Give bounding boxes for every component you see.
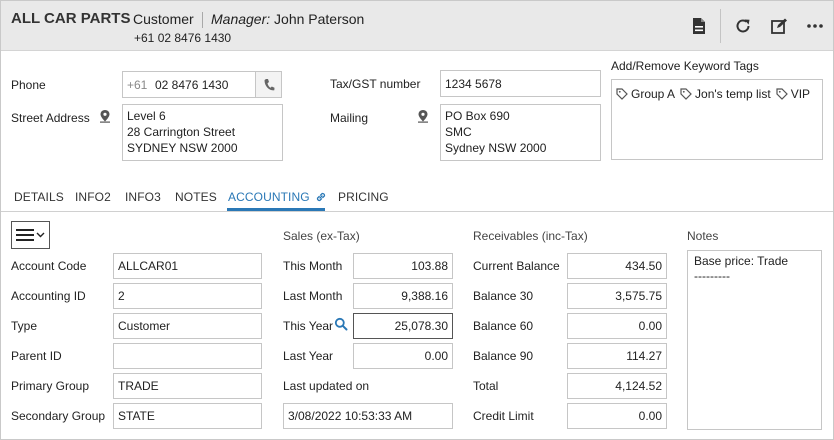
tags-label: Add/Remove Keyword Tags [611, 59, 759, 73]
mailing-pin-icon[interactable] [417, 109, 429, 126]
balance-30-field[interactable]: 3,575.75 [567, 283, 667, 309]
mailing-line-2: SMC [445, 125, 472, 139]
manager-info: Manager: John Paterson [211, 11, 364, 27]
phone-call-icon[interactable] [255, 72, 281, 97]
tag-label: Group A [631, 87, 676, 101]
this-year-label: This Year [283, 319, 334, 333]
street-address-field[interactable]: Level 6 28 Carrington Street SYDNEY NSW … [122, 104, 283, 161]
header-divider [202, 12, 203, 28]
last-updated-label: Last updated on [283, 379, 370, 393]
balance-90-label: Balance 90 [473, 349, 534, 363]
credit-limit-label: Credit Limit [473, 409, 534, 423]
parent-id-field[interactable] [113, 343, 262, 369]
mailing-label: Mailing [330, 111, 369, 125]
last-year-field[interactable]: 0.00 [353, 343, 453, 369]
more-icon[interactable] [804, 15, 826, 37]
tab-info3[interactable]: INFO3 [125, 190, 161, 204]
tag-item[interactable]: Group A [616, 86, 675, 102]
total-field[interactable]: 4,124.52 [567, 373, 667, 399]
chevron-down-icon [36, 232, 45, 238]
secondary-group-label: Secondary Group [11, 409, 106, 423]
tab-accounting-label: ACCOUNTING [228, 190, 310, 204]
tags-field[interactable]: Group A Jon's temp list VIP [611, 79, 823, 160]
accounting-id-label: Accounting ID [11, 289, 86, 303]
mailing-line-1: PO Box 690 [445, 109, 510, 123]
tag-item[interactable]: VIP [776, 86, 810, 102]
parent-id-label: Parent ID [11, 349, 62, 363]
balance-60-field[interactable]: 0.00 [567, 313, 667, 339]
header-icon-divider [720, 9, 721, 43]
secondary-group-field[interactable]: STATE [113, 403, 262, 429]
sales-heading: Sales (ex-Tax) [283, 229, 360, 243]
street-line-1: Level 6 [127, 109, 166, 123]
link-icon [316, 192, 325, 202]
tab-bar: DETAILS INFO2 INFO3 NOTES ACCOUNTING PRI… [1, 186, 833, 212]
tax-field[interactable]: 1234 5678 [440, 70, 601, 97]
phone-label: Phone [11, 78, 46, 92]
street-line-2: 28 Carrington Street [127, 125, 236, 139]
tag-icon [776, 88, 788, 100]
notes-line-2: --------- [694, 269, 730, 283]
primary-group-label: Primary Group [11, 379, 90, 393]
refresh-icon[interactable] [732, 15, 754, 37]
tab-info2[interactable]: INFO2 [75, 190, 111, 204]
current-balance-field[interactable]: 434.50 [567, 253, 667, 279]
account-code-field[interactable]: ALLCAR01 [113, 253, 262, 279]
accounting-id-field[interactable]: 2 [113, 283, 262, 309]
notes-field[interactable]: Base price: Trade --------- [687, 250, 822, 430]
tag-icon [680, 88, 692, 100]
tab-pricing[interactable]: PRICING [338, 190, 389, 204]
phone-field[interactable]: +61 02 8476 1430 [122, 71, 282, 98]
primary-group-field[interactable]: TRADE [113, 373, 262, 399]
tag-icon [616, 88, 628, 100]
account-code-label: Account Code [11, 259, 87, 273]
tab-details[interactable]: DETAILS [14, 190, 64, 204]
manager-name: John Paterson [274, 11, 365, 27]
notes-heading: Notes [687, 229, 719, 243]
street-address-label: Street Address [11, 111, 90, 125]
tag-item[interactable]: Jon's temp list [680, 86, 771, 102]
map-pin-icon[interactable] [99, 109, 111, 126]
search-icon[interactable] [331, 313, 351, 335]
manager-label: Manager: [211, 11, 271, 27]
active-tab-indicator [227, 208, 325, 211]
credit-limit-field[interactable]: 0.00 [567, 403, 667, 429]
balance-30-label: Balance 30 [473, 289, 534, 303]
tax-label: Tax/GST number [330, 77, 421, 91]
this-month-field[interactable]: 103.88 [353, 253, 453, 279]
document-icon[interactable] [688, 15, 710, 37]
header-phone: +61 02 8476 1430 [134, 31, 232, 45]
last-updated-field[interactable]: 3/08/2022 10:53:33 AM [283, 403, 453, 429]
record-header: ALL CAR PARTS Customer Manager: John Pat… [1, 1, 833, 51]
last-month-field[interactable]: 9,388.16 [353, 283, 453, 309]
tag-label: VIP [790, 87, 811, 101]
phone-value: 02 8476 1430 [155, 77, 229, 92]
balance-60-label: Balance 60 [473, 319, 534, 333]
type-field[interactable]: Customer [113, 313, 262, 339]
hamburger-menu-button[interactable] [11, 221, 50, 249]
this-year-field[interactable]: 25,078.30 [353, 313, 453, 339]
last-month-label: Last Month [283, 289, 343, 303]
edit-icon[interactable] [768, 15, 790, 37]
tab-notes[interactable]: NOTES [175, 190, 217, 204]
last-year-label: Last Year [283, 349, 334, 363]
balance-90-field[interactable]: 114.27 [567, 343, 667, 369]
receivables-heading: Receivables (inc-Tax) [473, 229, 588, 243]
company-name: ALL CAR PARTS [11, 10, 131, 27]
current-balance-label: Current Balance [473, 259, 560, 273]
type-label: Type [11, 319, 38, 333]
tab-accounting[interactable]: ACCOUNTING [228, 190, 327, 204]
total-label: Total [473, 379, 499, 393]
phone-prefix: +61 [127, 77, 148, 92]
tag-label: Jon's temp list [695, 87, 771, 101]
notes-line-1: Base price: Trade [694, 254, 789, 268]
this-month-label: This Month [283, 259, 343, 273]
record-type: Customer [133, 11, 194, 27]
mailing-address-field[interactable]: PO Box 690 SMC Sydney NSW 2000 [440, 104, 601, 161]
mailing-line-3: Sydney NSW 2000 [445, 141, 547, 155]
street-line-3: SYDNEY NSW 2000 [127, 141, 238, 155]
hamburger-icon [16, 229, 34, 241]
